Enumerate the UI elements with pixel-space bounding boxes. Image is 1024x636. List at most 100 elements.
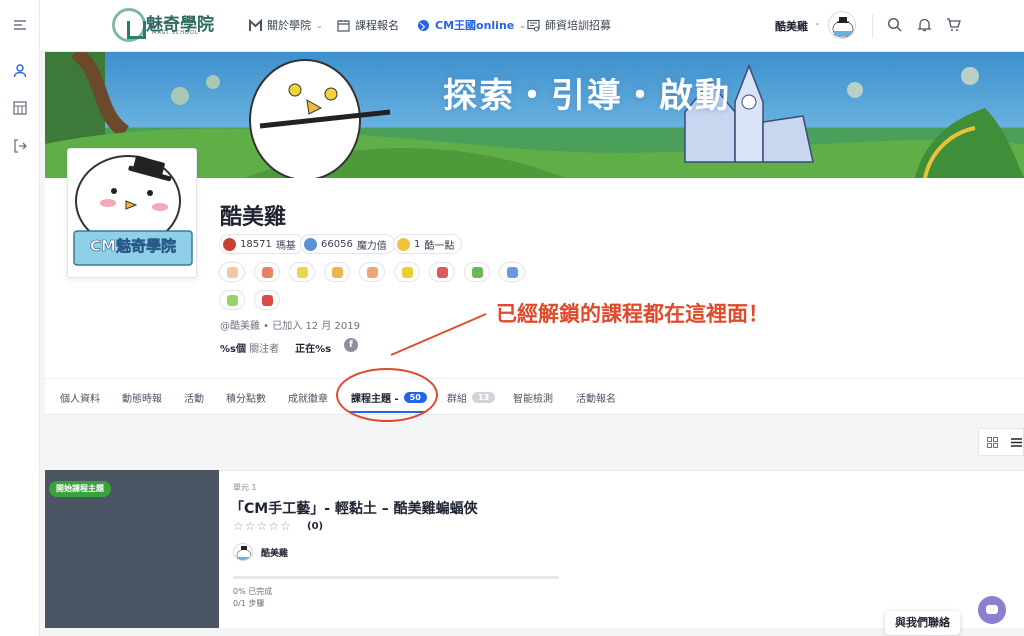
- badge-emblem-icon: [506, 266, 518, 278]
- logo-subtitle: MAGI SCHOOL: [152, 30, 199, 36]
- rating-stars[interactable]: ☆☆☆☆☆: [233, 519, 292, 533]
- badge-emblem-icon: [331, 266, 343, 278]
- followers-label: 關注者: [249, 344, 280, 355]
- start-course-badge[interactable]: 開始課程主題: [49, 481, 111, 497]
- achievement-badge-icon[interactable]: [359, 262, 385, 282]
- tab-activity[interactable]: 活動: [184, 390, 204, 405]
- tab-label: 活動報名: [576, 394, 616, 405]
- top-header: 魅奇學院 MAGI SCHOOL 關於學院 ⌄ 課程報名 CM王國online …: [40, 0, 1024, 52]
- achievement-badge-icon[interactable]: [324, 262, 350, 282]
- header-avatar[interactable]: [828, 11, 856, 39]
- nav-course-registration-label: 課程報名: [355, 19, 399, 32]
- badge-emblem-icon: [261, 294, 273, 306]
- tab-event-registration[interactable]: 活動報名: [576, 390, 616, 405]
- points-magi: 18571 瑪基: [219, 234, 304, 254]
- search-icon[interactable]: [887, 17, 902, 32]
- cart-icon[interactable]: [946, 17, 961, 32]
- grid-view-icon[interactable]: [987, 437, 998, 448]
- badge-emblem-icon: [226, 294, 238, 306]
- achievement-badge-icon[interactable]: [289, 262, 315, 282]
- profile-avatar[interactable]: CM魅奇學院: [67, 148, 197, 278]
- tab-points[interactable]: 積分點數: [226, 390, 266, 405]
- magic-potion-icon: [304, 237, 317, 251]
- following-count[interactable]: 正在%s: [295, 344, 331, 355]
- chicken-avatar-icon: [832, 17, 854, 38]
- course-progress-bar: [233, 576, 559, 579]
- profile-name: 酷美雞: [220, 205, 287, 230]
- profile-handle: @酷美雞 • 已加入 12 月 2019: [220, 321, 360, 332]
- left-rail: [0, 0, 40, 636]
- achievement-badge-icon[interactable]: [394, 262, 420, 282]
- header-divider: [872, 14, 873, 38]
- achievement-badge-icon[interactable]: [219, 262, 245, 282]
- list-view-icon[interactable]: [1011, 437, 1022, 448]
- dashboard-icon[interactable]: [12, 100, 28, 116]
- badge-emblem-icon: [296, 266, 308, 278]
- calendar-icon: [337, 19, 350, 32]
- follow-stats: %s個 關注者 正在%s: [220, 340, 331, 355]
- achievement-badge-icon[interactable]: [254, 262, 280, 282]
- achievement-badge-icon[interactable]: [219, 290, 245, 310]
- badge-emblem-icon: [226, 266, 238, 278]
- tab-smart-test[interactable]: 智能檢測: [513, 390, 553, 405]
- nav-teacher-recruitment-label: 師資培訓招募: [545, 19, 611, 32]
- logout-icon[interactable]: [12, 138, 28, 154]
- achievement-badge-icon[interactable]: [464, 262, 490, 282]
- chevron-down-icon[interactable]: ⌄: [814, 18, 821, 27]
- course-author: 酷美雞: [261, 549, 289, 559]
- chicken-mascot-icon: [73, 155, 193, 266]
- tab-achievements[interactable]: 成就徽章: [288, 390, 328, 405]
- tab-label: 群組: [447, 394, 467, 405]
- badge-emblem-icon: [436, 266, 448, 278]
- badge-emblem-icon: [401, 266, 413, 278]
- badge-emblem-icon: [261, 266, 273, 278]
- chat-icon[interactable]: [978, 596, 1006, 624]
- avatar-caption: CM魅奇學院: [90, 237, 177, 256]
- points-cool-value: 1: [414, 238, 421, 250]
- tab-groups[interactable]: 群組 13: [447, 390, 496, 405]
- points-magic-value: 66056: [321, 238, 353, 250]
- profile-icon[interactable]: [12, 63, 28, 79]
- points-cool: 1 酷一點: [393, 234, 463, 254]
- tab-label: 積分點數: [226, 394, 266, 405]
- nav-course-registration[interactable]: 課程報名: [337, 17, 399, 33]
- tab-timeline[interactable]: 動態時報: [122, 390, 162, 405]
- certificate-icon: [527, 19, 540, 31]
- contact-us-button[interactable]: 與我們聯絡: [885, 611, 960, 635]
- facebook-icon[interactable]: f: [344, 338, 358, 352]
- annotation-text: 已經解鎖的課程都在這裡面！: [496, 302, 769, 326]
- header-user-name[interactable]: 酷美雞: [775, 18, 808, 34]
- achievement-badge-icon[interactable]: [499, 262, 525, 282]
- points-magi-unit: 瑪基: [275, 240, 296, 252]
- points-magi-value: 18571: [240, 238, 272, 250]
- followers-count[interactable]: %s個: [220, 344, 246, 355]
- course-completion: 0% 已完成: [233, 587, 273, 596]
- cm-logo-mark: [112, 8, 146, 42]
- achievement-badge-icon[interactable]: [429, 262, 455, 282]
- nav-about[interactable]: 關於學院 ⌄: [249, 17, 323, 33]
- magi-coin-icon: [223, 237, 236, 251]
- tab-label: 成就徽章: [288, 394, 328, 405]
- chevron-down-icon: ⌄: [316, 20, 323, 30]
- badge-emblem-icon: [471, 266, 483, 278]
- tab-count-badge: 13: [472, 392, 496, 403]
- course-title[interactable]: 「CM手工藝」- 輕黏土 – 酷美雞蝙蝠俠: [230, 498, 478, 518]
- menu-toggle-icon[interactable]: [12, 17, 28, 33]
- tab-profile[interactable]: 個人資料: [60, 390, 100, 405]
- tab-label: 活動: [184, 394, 204, 405]
- nav-teacher-recruitment[interactable]: 師資培訓招募: [527, 17, 611, 33]
- m-logo-icon: [249, 18, 262, 31]
- badge-emblem-icon: [366, 266, 378, 278]
- annotation-circle: [336, 368, 438, 422]
- view-toggle: [978, 428, 1024, 456]
- joined-text: 已加入 12 月 2019: [272, 321, 360, 332]
- points-magic: 66056 魔力值: [300, 234, 395, 254]
- points-magic-unit: 魔力值: [356, 240, 387, 252]
- achievement-badge-icon[interactable]: [254, 290, 280, 310]
- bell-icon[interactable]: [917, 17, 932, 32]
- site-logo[interactable]: 魅奇學院 MAGI SCHOOL: [112, 8, 216, 42]
- nav-cm-kingdom-online[interactable]: CM王國online ⌄: [417, 17, 526, 33]
- author-avatar: [233, 543, 253, 561]
- points-cool-unit: 酷一點: [424, 240, 455, 252]
- banner-title: 探索・引導・啟動: [443, 76, 731, 116]
